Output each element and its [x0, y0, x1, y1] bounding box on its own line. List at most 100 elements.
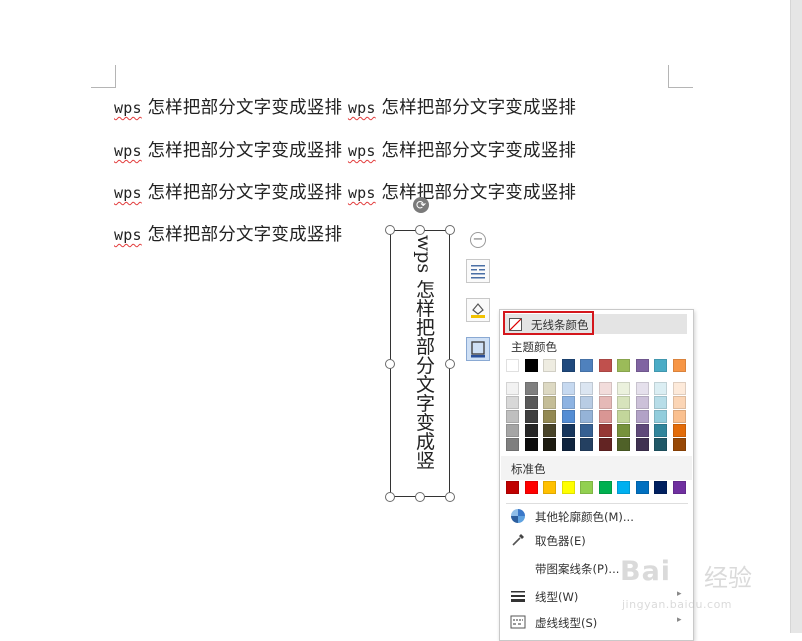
- theme-shade-swatch[interactable]: [654, 424, 667, 437]
- theme-shade-swatch[interactable]: [617, 410, 630, 423]
- theme-shade-swatch[interactable]: [580, 382, 593, 395]
- theme-shade-swatch[interactable]: [617, 438, 630, 451]
- theme-shade-swatch[interactable]: [561, 396, 575, 409]
- theme-shade-swatch[interactable]: [672, 424, 686, 437]
- theme-shade-swatch[interactable]: [524, 410, 538, 423]
- spell-flagged-word[interactable]: wps: [348, 142, 376, 160]
- standard-color-swatch[interactable]: [617, 481, 630, 494]
- theme-shade-swatch[interactable]: [598, 438, 612, 451]
- theme-color-swatch[interactable]: [580, 359, 593, 372]
- theme-shade-swatch[interactable]: [506, 382, 519, 395]
- resize-handle-left[interactable]: [385, 359, 395, 369]
- theme-shade-swatch[interactable]: [561, 424, 575, 437]
- vertical-text[interactable]: wps 怎样把部分文字变成竖: [410, 235, 436, 493]
- theme-shade-swatch[interactable]: [524, 382, 538, 395]
- spell-flagged-word[interactable]: wps: [114, 226, 142, 244]
- theme-shade-swatch[interactable]: [635, 424, 649, 437]
- theme-color-swatch[interactable]: [635, 359, 649, 372]
- theme-shade-swatch[interactable]: [561, 382, 575, 395]
- theme-shade-swatch[interactable]: [561, 438, 575, 451]
- scrollbar-track[interactable]: [790, 0, 802, 633]
- standard-color-swatch[interactable]: [506, 481, 519, 494]
- theme-shade-swatch[interactable]: [598, 424, 612, 437]
- theme-shade-swatch[interactable]: [580, 424, 593, 437]
- resize-handle-bottom[interactable]: [415, 492, 425, 502]
- theme-color-swatch[interactable]: [524, 359, 538, 372]
- theme-shade-swatch[interactable]: [561, 410, 575, 423]
- resize-handle-top-left[interactable]: [385, 225, 395, 235]
- document-line[interactable]: wps 怎样把部分文字变成竖排 wps 怎样把部分文字变成竖排: [114, 137, 576, 167]
- document-line[interactable]: wps 怎样把部分文字变成竖排 wps 怎样把部分文字变成竖排: [114, 179, 576, 209]
- resize-handle-top-right[interactable]: [445, 225, 455, 235]
- theme-shade-swatch[interactable]: [543, 410, 556, 423]
- resize-handle-bottom-left[interactable]: [385, 492, 395, 502]
- standard-color-swatch[interactable]: [635, 481, 649, 494]
- theme-shade-swatch[interactable]: [524, 424, 538, 437]
- document-line[interactable]: wps 怎样把部分文字变成竖排: [114, 221, 342, 251]
- standard-color-swatch[interactable]: [598, 481, 612, 494]
- fill-bucket-icon: [471, 303, 485, 318]
- resize-handle-right[interactable]: [445, 359, 455, 369]
- theme-color-swatch[interactable]: [506, 359, 519, 372]
- spell-flagged-word[interactable]: wps: [114, 184, 142, 202]
- theme-shade-swatch[interactable]: [672, 382, 686, 395]
- theme-color-swatch[interactable]: [598, 359, 612, 372]
- spell-flagged-word[interactable]: wps: [114, 142, 142, 160]
- theme-shade-swatch[interactable]: [543, 382, 556, 395]
- minus-circle-icon[interactable]: −: [470, 232, 486, 248]
- theme-shade-swatch[interactable]: [598, 382, 612, 395]
- theme-shade-swatch[interactable]: [635, 396, 649, 409]
- no-line-color-label[interactable]: 无线条颜色: [531, 317, 589, 333]
- theme-shade-swatch[interactable]: [617, 424, 630, 437]
- theme-shade-swatch[interactable]: [506, 410, 519, 423]
- theme-shade-swatch[interactable]: [672, 438, 686, 451]
- theme-shade-swatch[interactable]: [654, 410, 667, 423]
- text-wrap-button[interactable]: [466, 259, 490, 283]
- resize-handle-bottom-right[interactable]: [445, 492, 455, 502]
- fill-button[interactable]: [466, 298, 490, 322]
- standard-color-swatch[interactable]: [654, 481, 667, 494]
- spell-flagged-word[interactable]: wps: [114, 99, 142, 117]
- theme-shade-swatch[interactable]: [580, 410, 593, 423]
- theme-shade-swatch[interactable]: [635, 438, 649, 451]
- theme-shade-swatch[interactable]: [580, 438, 593, 451]
- theme-shade-swatch[interactable]: [654, 438, 667, 451]
- theme-color-swatch[interactable]: [561, 359, 575, 372]
- theme-color-swatch[interactable]: [654, 359, 667, 372]
- vertical-text-box[interactable]: wps 怎样把部分文字变成竖: [390, 230, 450, 497]
- standard-color-swatch[interactable]: [524, 481, 538, 494]
- standard-color-swatch[interactable]: [561, 481, 575, 494]
- theme-color-swatch[interactable]: [617, 359, 630, 372]
- theme-shade-swatch[interactable]: [672, 410, 686, 423]
- document-line[interactable]: wps 怎样把部分文字变成竖排 wps 怎样把部分文字变成竖排: [114, 94, 576, 124]
- spell-flagged-word[interactable]: wps: [348, 184, 376, 202]
- resize-handle-top[interactable]: [415, 225, 425, 235]
- theme-shade-swatch[interactable]: [654, 396, 667, 409]
- theme-shade-swatch[interactable]: [543, 396, 556, 409]
- rotate-handle-icon[interactable]: ⟳: [413, 197, 429, 213]
- theme-shade-swatch[interactable]: [635, 382, 649, 395]
- theme-shade-swatch[interactable]: [598, 410, 612, 423]
- theme-shade-swatch[interactable]: [524, 396, 538, 409]
- theme-color-swatch[interactable]: [543, 359, 556, 372]
- theme-color-swatch[interactable]: [672, 359, 686, 372]
- theme-shade-swatch[interactable]: [617, 396, 630, 409]
- theme-shade-swatch[interactable]: [598, 396, 612, 409]
- theme-shade-swatch[interactable]: [506, 424, 519, 437]
- outline-button[interactable]: [466, 337, 490, 361]
- theme-shade-swatch[interactable]: [524, 438, 538, 451]
- theme-shade-swatch[interactable]: [617, 382, 630, 395]
- theme-shade-swatch[interactable]: [672, 396, 686, 409]
- spell-flagged-word[interactable]: wps: [348, 99, 376, 117]
- standard-color-swatch[interactable]: [672, 481, 686, 494]
- more-outline-colors-item[interactable]: 其他轮廓颜色(M)...: [501, 505, 692, 527]
- standard-color-swatch[interactable]: [580, 481, 593, 494]
- theme-shade-swatch[interactable]: [543, 424, 556, 437]
- theme-shade-swatch[interactable]: [506, 396, 519, 409]
- standard-color-swatch[interactable]: [543, 481, 556, 494]
- theme-shade-swatch[interactable]: [506, 438, 519, 451]
- theme-shade-swatch[interactable]: [654, 382, 667, 395]
- theme-shade-swatch[interactable]: [580, 396, 593, 409]
- theme-shade-swatch[interactable]: [635, 410, 649, 423]
- theme-shade-swatch[interactable]: [543, 438, 556, 451]
